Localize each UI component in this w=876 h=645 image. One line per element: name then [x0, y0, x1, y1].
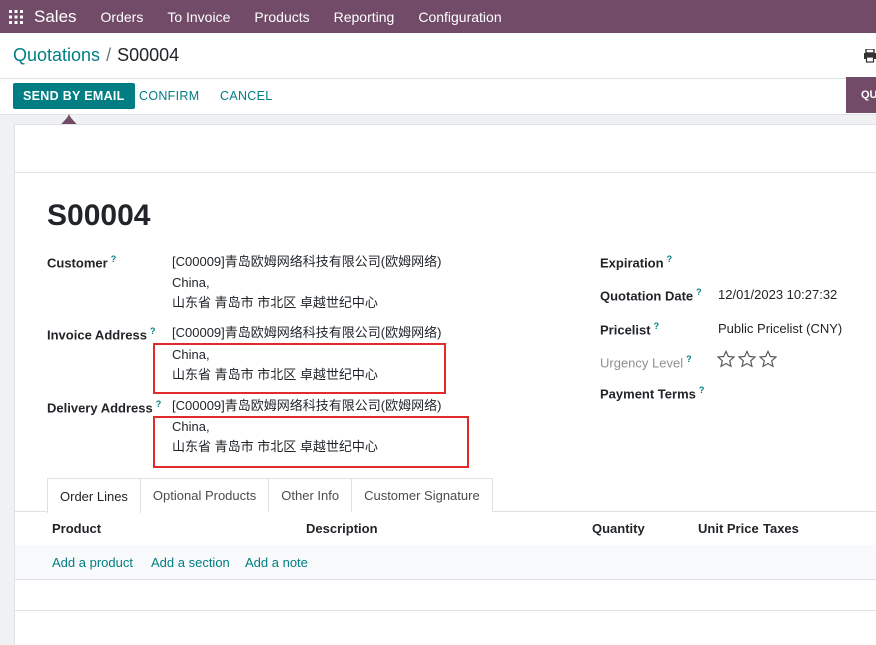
delivery-address-label: Delivery Address?	[47, 399, 162, 416]
document-title: S00004	[47, 199, 151, 232]
customer-label: Customer?	[47, 254, 117, 271]
add-product-link[interactable]: Add a product	[52, 555, 133, 570]
top-navbar: Sales Orders To Invoice Products Reporti…	[0, 0, 876, 33]
cancel-button[interactable]: CANCEL	[220, 83, 273, 109]
urgency-level-stars	[717, 350, 777, 368]
quotation-date-field[interactable]: 12/01/2023 10:27:32	[718, 285, 837, 305]
customer-help-icon[interactable]: ?	[111, 254, 117, 264]
form-sheet: S00004 Customer? [C00009]青岛欧姆网络科技有限公司(欧姆…	[14, 124, 876, 645]
invoice-address-help-icon[interactable]: ?	[150, 326, 156, 336]
payment-terms-label: Payment Terms?	[600, 385, 705, 402]
star-icon[interactable]	[759, 350, 777, 368]
delivery-address-help-icon[interactable]: ?	[156, 399, 162, 409]
menu-orders[interactable]: Orders	[89, 9, 156, 25]
add-note-link[interactable]: Add a note	[245, 555, 308, 570]
urgency-level-label: Urgency Level?	[600, 354, 692, 371]
invoice-address-highlight	[153, 343, 446, 394]
control-panel: Quotations / S00004 SEND BY EMAIL CONFIR…	[0, 33, 876, 115]
star-icon[interactable]	[717, 350, 735, 368]
invoice-address-label: Invoice Address?	[47, 326, 156, 343]
column-quantity[interactable]: Quantity	[592, 521, 645, 536]
tab-other-info[interactable]: Other Info	[268, 478, 353, 512]
payment-terms-help-icon[interactable]: ?	[699, 385, 705, 395]
payment-terms-field[interactable]	[718, 383, 868, 403]
pricelist-field[interactable]: Public Pricelist (CNY)	[718, 319, 842, 339]
urgency-level-help-icon[interactable]: ?	[686, 354, 692, 364]
add-section-link[interactable]: Add a section	[151, 555, 230, 570]
column-description[interactable]: Description	[306, 521, 378, 536]
table-row-divider	[15, 579, 876, 580]
notebook-tabs: Order Lines Optional Products Other Info…	[47, 478, 493, 513]
breadcrumb-current: S00004	[117, 45, 180, 65]
quotation-date-label: Quotation Date?	[600, 287, 702, 304]
breadcrumb-separator: /	[106, 45, 112, 65]
expiration-field[interactable]	[718, 252, 868, 272]
pricelist-label: Pricelist?	[600, 321, 660, 338]
expiration-label: Expiration?	[600, 254, 673, 271]
column-product[interactable]: Product	[52, 521, 101, 536]
delivery-address-highlight	[153, 416, 469, 468]
app-brand[interactable]: Sales	[34, 7, 77, 27]
control-divider	[0, 78, 876, 79]
customer-field[interactable]: [C00009]青岛欧姆网络科技有限公司(欧姆网络) China, 山东省 青岛…	[172, 252, 441, 313]
status-quotation-pill[interactable]: QU	[846, 77, 876, 113]
star-icon[interactable]	[738, 350, 756, 368]
table-footer-divider	[15, 610, 876, 611]
sheet-divider	[15, 172, 876, 173]
tab-order-lines[interactable]: Order Lines	[47, 478, 141, 513]
column-taxes[interactable]: Taxes	[763, 521, 799, 536]
expiration-help-icon[interactable]: ?	[667, 254, 673, 264]
breadcrumb-quotations[interactable]: Quotations	[13, 45, 100, 66]
menu-to-invoice[interactable]: To Invoice	[155, 9, 242, 25]
apps-grid-icon[interactable]	[0, 0, 32, 33]
menu-reporting[interactable]: Reporting	[322, 9, 407, 25]
breadcrumb: Quotations / S00004	[13, 45, 179, 66]
add-line-row	[15, 545, 876, 579]
confirm-button[interactable]: CONFIRM	[139, 83, 199, 109]
send-by-email-button[interactable]: SEND BY EMAIL	[13, 83, 135, 109]
menu-products[interactable]: Products	[242, 9, 321, 25]
menu-configuration[interactable]: Configuration	[406, 9, 513, 25]
quotation-date-help-icon[interactable]: ?	[696, 287, 702, 297]
printer-icon[interactable]	[864, 49, 876, 63]
pricelist-help-icon[interactable]: ?	[654, 321, 660, 331]
tab-optional-products[interactable]: Optional Products	[139, 478, 270, 512]
tab-customer-signature[interactable]: Customer Signature	[351, 478, 493, 512]
column-unit-price[interactable]: Unit Price	[698, 521, 759, 536]
